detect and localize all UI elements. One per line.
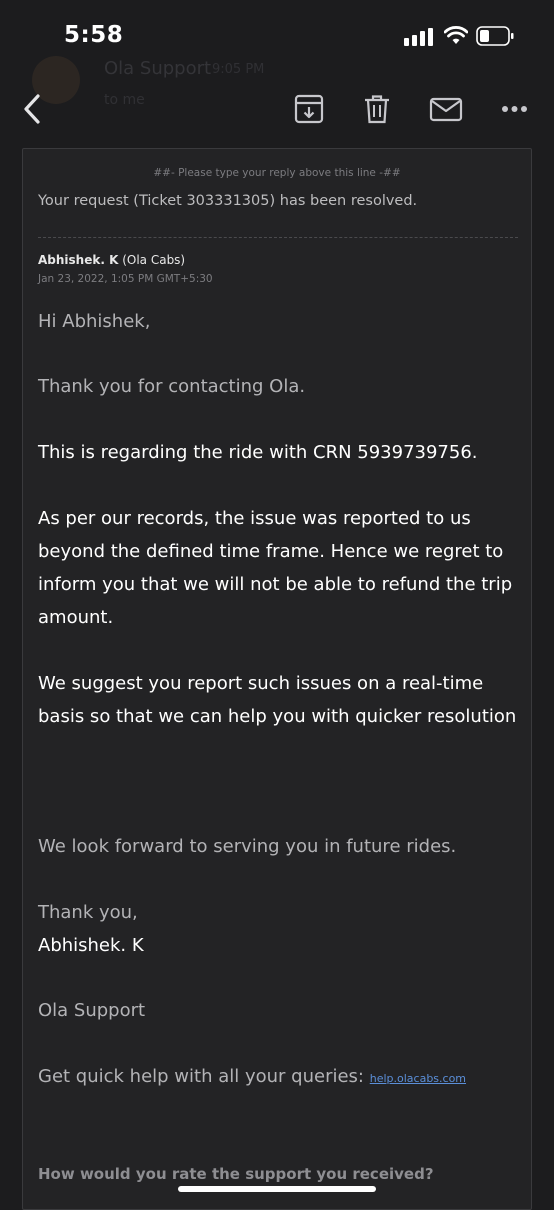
signature-team: Ola Support	[38, 1000, 146, 1021]
wifi-icon	[444, 26, 468, 44]
archive-icon[interactable]	[292, 92, 326, 126]
signature-name: Abhishek. K	[38, 935, 144, 956]
ticket-status: Your request (Ticket 303331305) has been…	[38, 193, 418, 209]
trash-icon[interactable]	[360, 92, 394, 126]
reply-above-line: ##- Please type your reply above this li…	[153, 167, 401, 179]
rating-question: How would you rate the support you recei…	[38, 1165, 434, 1183]
thanks-contact: Thank you for contacting Ola.	[38, 376, 306, 397]
cellular-signal-icon	[404, 28, 433, 46]
suggestion-paragraph: We suggest you report such issues on a r…	[38, 673, 517, 727]
message-author: Abhishek. K (Ola Cabs)	[38, 253, 185, 267]
home-indicator[interactable]	[178, 1186, 376, 1192]
thank-you: Thank you,	[38, 902, 138, 923]
author-name: Abhishek. K	[38, 253, 119, 267]
status-bar: 5:58	[0, 0, 554, 70]
chevron-left-icon[interactable]	[18, 92, 52, 126]
look-forward: We look forward to serving you in future…	[38, 836, 457, 857]
mail-icon[interactable]	[429, 92, 463, 126]
battery-icon	[476, 26, 514, 46]
records-paragraph: As per our records, the issue was report…	[38, 508, 513, 628]
email-body: ##- Please type your reply above this li…	[22, 148, 532, 1210]
ride-reference: This is regarding the ride with CRN 5939…	[38, 442, 478, 463]
help-text: Get quick help with all your queries:	[38, 1066, 364, 1087]
message-date: Jan 23, 2022, 1:05 PM GMT+5:30	[38, 273, 213, 285]
help-link[interactable]: help.olacabs.com	[370, 1072, 466, 1085]
sender-time: 9:05 PM	[212, 62, 265, 77]
divider	[38, 237, 518, 238]
help-line: Get quick help with all your queries: he…	[38, 1060, 518, 1095]
author-org: (Ola Cabs)	[122, 253, 186, 267]
status-time: 5:58	[64, 22, 124, 48]
more-horizontal-icon[interactable]	[499, 92, 533, 126]
toolbar	[0, 76, 554, 140]
greeting: Hi Abhishek,	[38, 311, 151, 332]
